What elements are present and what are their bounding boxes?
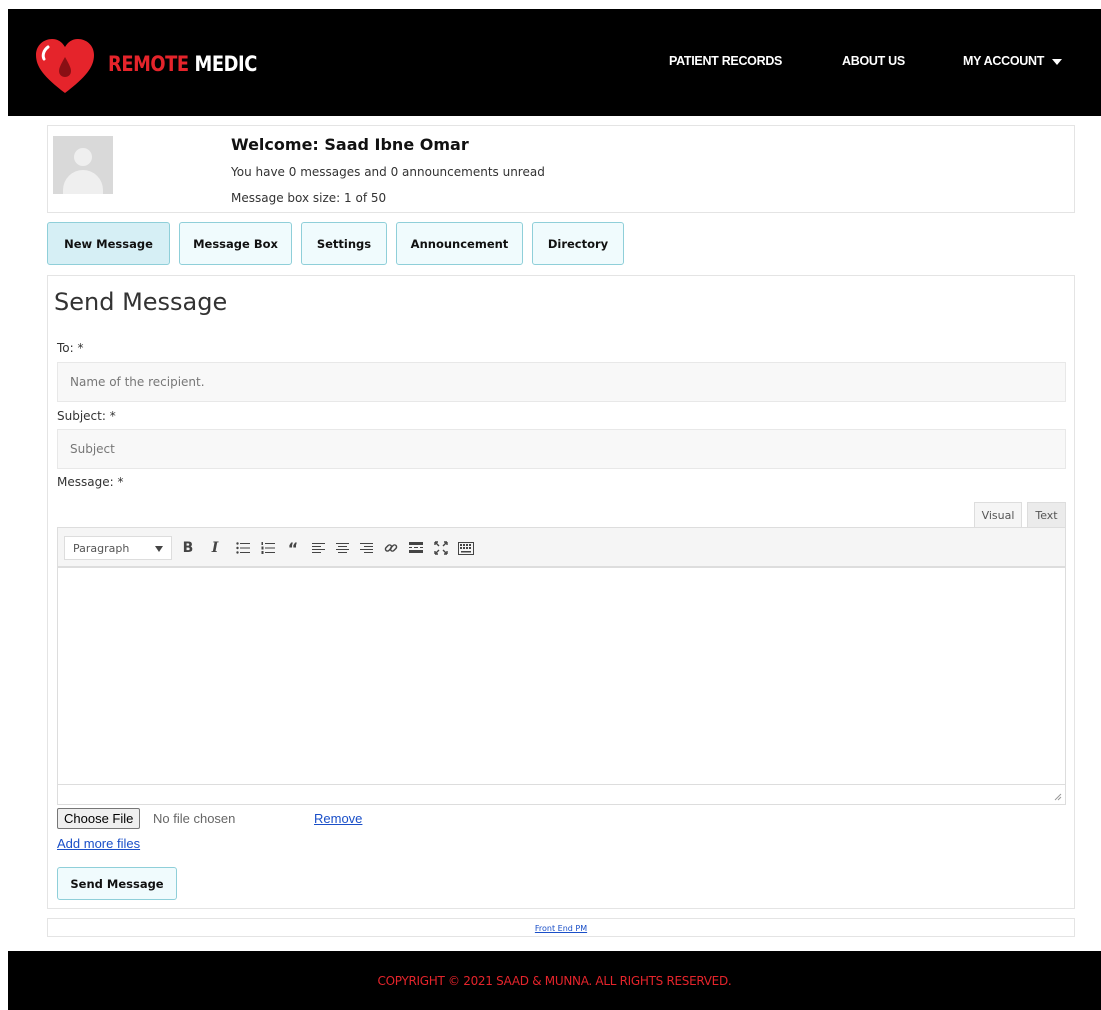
- editor-toolbar: Paragraph B I “: [57, 527, 1066, 567]
- resize-handle-icon[interactable]: [1054, 793, 1062, 801]
- chevron-down-icon: [155, 546, 163, 552]
- nav-about-us[interactable]: ABOUT US: [842, 54, 905, 68]
- avatar-head: [74, 148, 92, 166]
- send-message-button[interactable]: Send Message: [57, 867, 177, 900]
- welcome-title: Welcome: Saad Ibne Omar: [231, 135, 469, 154]
- site-header: REMOTE MEDIC PATIENT RECORDS ABOUT US MY…: [8, 9, 1101, 116]
- message-editor[interactable]: [57, 567, 1066, 805]
- fullscreen-icon[interactable]: [431, 538, 451, 558]
- avatar-body: [63, 170, 103, 194]
- avatar: [53, 136, 113, 194]
- choose-file-button[interactable]: Choose File: [57, 808, 141, 829]
- page-title: Send Message: [54, 288, 228, 316]
- front-end-pm-link[interactable]: Front End PM: [535, 924, 587, 933]
- link-icon[interactable]: [381, 538, 401, 558]
- copyright-text: COPYRIGHT © 2021 SAAD & MUNNA. ALL RIGHT…: [377, 973, 732, 988]
- editor-statusbar: [58, 784, 1065, 804]
- welcome-panel: Welcome: Saad Ibne Omar You have 0 messa…: [47, 125, 1075, 213]
- toolbar-toggle-icon[interactable]: [456, 538, 476, 558]
- tab-settings[interactable]: Settings: [301, 222, 387, 265]
- align-right-icon[interactable]: [356, 538, 376, 558]
- brand-name-part1: REMOTE: [108, 52, 189, 76]
- format-select-value: Paragraph: [73, 542, 130, 555]
- tab-new-message[interactable]: New Message: [47, 222, 170, 265]
- subject-label: Subject: *: [57, 409, 116, 423]
- brand-name-part2: MEDIC: [188, 52, 257, 76]
- read-more-icon[interactable]: [406, 538, 426, 558]
- add-more-files-link[interactable]: Add more files: [57, 836, 140, 851]
- bold-icon[interactable]: B: [178, 538, 198, 558]
- bullet-list-icon[interactable]: [233, 538, 253, 558]
- nav-my-account-label: MY ACCOUNT: [963, 54, 1045, 68]
- unread-summary: You have 0 messages and 0 announcements …: [231, 165, 545, 179]
- italic-icon[interactable]: I: [205, 538, 225, 558]
- tab-announcement[interactable]: Announcement: [396, 222, 523, 265]
- blockquote-icon[interactable]: “: [283, 538, 303, 558]
- tab-message-box[interactable]: Message Box: [179, 222, 292, 265]
- tab-directory[interactable]: Directory: [532, 222, 624, 265]
- tab-text[interactable]: Text: [1027, 502, 1066, 528]
- recipient-input[interactable]: [57, 362, 1066, 402]
- message-box-size: Message box size: 1 of 50: [231, 191, 387, 205]
- tab-visual[interactable]: Visual: [974, 502, 1022, 528]
- nav-my-account[interactable]: MY ACCOUNT: [963, 54, 1063, 68]
- nav-patient-records[interactable]: PATIENT RECORDS: [669, 54, 782, 68]
- plugin-credit: Front End PM: [47, 918, 1075, 937]
- subject-input[interactable]: [57, 429, 1066, 469]
- numbered-list-icon[interactable]: [258, 538, 278, 558]
- send-message-panel: Send Message To: * Subject: * Message: *…: [47, 275, 1075, 909]
- file-status: No file chosen: [153, 811, 236, 826]
- format-select[interactable]: Paragraph: [64, 536, 172, 560]
- message-label: Message: *: [57, 475, 124, 489]
- align-left-icon[interactable]: [308, 538, 328, 558]
- caret-down-icon: [1052, 58, 1063, 65]
- align-center-icon[interactable]: [332, 538, 352, 558]
- remove-file-link[interactable]: Remove: [314, 811, 362, 826]
- heart-logo-icon[interactable]: [34, 37, 96, 95]
- to-label: To: *: [57, 341, 84, 355]
- site-footer: COPYRIGHT © 2021 SAAD & MUNNA. ALL RIGHT…: [8, 951, 1101, 1010]
- brand-name[interactable]: REMOTE MEDIC: [108, 52, 257, 76]
